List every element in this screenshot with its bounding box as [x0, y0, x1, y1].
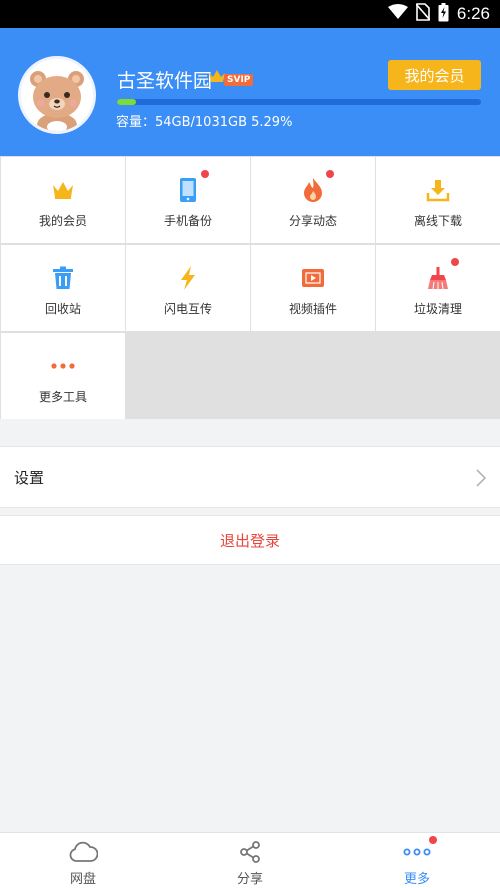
tab-cloud-drive[interactable]: 网盘	[0, 833, 166, 888]
my-membership-button[interactable]: 我的会员	[388, 60, 481, 90]
notification-dot	[429, 836, 437, 844]
tab-label: 网盘	[69, 872, 96, 887]
avatar[interactable]	[18, 56, 96, 134]
svip-badge: SVIP	[224, 74, 254, 86]
wifi-icon	[387, 4, 408, 24]
tool-label: 视频插件	[288, 302, 337, 316]
tab-label: 更多	[403, 872, 430, 887]
tab-more[interactable]: 更多	[334, 833, 500, 888]
status-time: 6:26	[456, 4, 490, 23]
notification-dot	[326, 170, 334, 178]
status-icons: 6:26	[387, 2, 490, 26]
tool-label: 闪电互传	[163, 302, 212, 316]
notification-dot	[451, 258, 459, 266]
broom-icon	[425, 265, 451, 291]
tool-label: 更多工具	[38, 390, 87, 404]
tab-label: 分享	[236, 872, 263, 887]
tool-label: 分享动态	[288, 214, 337, 228]
status-bar: 6:26	[0, 0, 500, 28]
logout-label: 退出登录	[219, 531, 280, 550]
tool-phone-backup[interactable]: 手机备份	[126, 157, 250, 243]
profile-header: 古圣软件园 SVIP 我的会员 容量：54GB/1031GB 5.29%	[0, 28, 500, 156]
tool-label: 回收站	[44, 302, 81, 316]
more-dots-icon	[50, 353, 76, 379]
video-icon	[300, 265, 326, 291]
tool-flash-transfer[interactable]: 闪电互传	[126, 245, 250, 331]
storage-progress-fill	[117, 99, 137, 105]
lightning-icon	[175, 265, 201, 291]
cloud-icon	[68, 839, 98, 865]
notification-dot	[201, 170, 209, 178]
tool-my-membership[interactable]: 我的会员	[1, 157, 125, 243]
tool-more-tools[interactable]: 更多工具	[1, 333, 125, 419]
tab-share[interactable]: 分享	[167, 833, 333, 888]
download-icon	[425, 177, 451, 203]
bear-avatar-icon	[21, 59, 93, 131]
crown-icon	[50, 177, 76, 203]
settings-row[interactable]: 设置	[0, 446, 500, 508]
phone-icon	[175, 177, 201, 203]
username: 古圣软件园	[117, 70, 213, 92]
more-dots-icon	[402, 839, 432, 865]
bottom-tab-bar: 网盘 分享 更多	[0, 832, 500, 888]
tool-label: 垃圾清理	[413, 302, 462, 316]
trash-icon	[50, 265, 76, 291]
tool-share-feed[interactable]: 分享动态	[251, 157, 375, 243]
tool-junk-cleaner[interactable]: 垃圾清理	[376, 245, 500, 331]
tool-recycle-bin[interactable]: 回收站	[1, 245, 125, 331]
tool-offline-download[interactable]: 离线下载	[376, 157, 500, 243]
logout-button[interactable]: 退出登录	[0, 515, 500, 565]
tool-label: 离线下载	[413, 214, 462, 228]
tool-video-plugin[interactable]: 视频插件	[251, 245, 375, 331]
tool-label: 手机备份	[163, 214, 212, 228]
flame-icon	[300, 177, 326, 203]
share-icon	[235, 839, 265, 865]
chevron-right-icon	[476, 469, 487, 491]
tool-label: 我的会员	[38, 214, 87, 228]
tools-grid: 我的会员 手机备份 分享动态 离线下载 回收站 闪电互传 视频插件 垃圾清理 更…	[0, 156, 500, 419]
storage-text: 容量：54GB/1031GB 5.29%	[116, 115, 293, 130]
storage-progress-bar	[117, 99, 481, 105]
battery-icon	[438, 2, 449, 26]
no-sim-icon	[415, 3, 431, 25]
settings-label: 设置	[14, 469, 45, 487]
